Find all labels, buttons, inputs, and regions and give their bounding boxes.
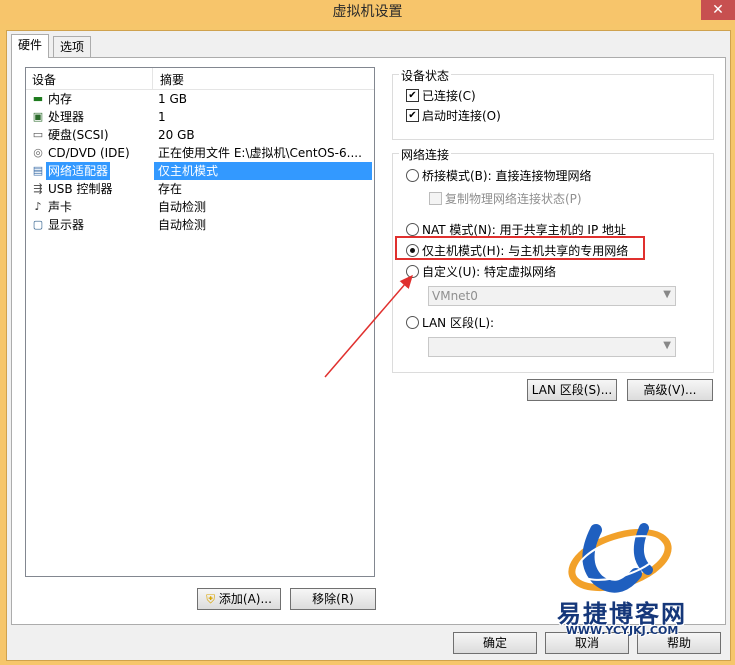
device-name: 处理器: [48, 110, 85, 124]
watermark-emblem-icon: [568, 523, 672, 593]
device-summary: 存在: [158, 182, 183, 196]
device-summary: 仅主机模式: [154, 162, 372, 180]
custom-network-select[interactable]: VMnet0 ▼: [428, 286, 676, 306]
custom-label[interactable]: 自定义(U): 特定虚拟网络: [422, 263, 556, 280]
device-name: CD/DVD (IDE): [48, 146, 130, 160]
title-bar[interactable]: 虚拟机设置 ✕: [0, 0, 735, 24]
chevron-down-icon: ▼: [663, 340, 671, 351]
column-device[interactable]: 设备: [32, 71, 56, 88]
device-name: 网络适配器: [46, 162, 111, 180]
bridged-label[interactable]: 桥接模式(B): 直接连接物理网络: [422, 167, 591, 184]
vm-settings-window: 虚拟机设置 ✕ 硬件 选项 设备 摘要 ▬ 内存 1 GB ▣ 处理器 1 ▭ …: [0, 0, 735, 665]
connect-at-power-on-label[interactable]: 启动时连接(O): [422, 107, 501, 124]
device-row-cddvd[interactable]: ◎ CD/DVD (IDE) 正在使用文件 E:\虚拟机\CentOS-6...…: [26, 144, 374, 162]
device-list[interactable]: 设备 摘要 ▬ 内存 1 GB ▣ 处理器 1 ▭ 硬盘(SCSI) 20 GB…: [25, 67, 375, 577]
device-summary: 20 GB: [158, 128, 195, 142]
lan-segment-radio[interactable]: [406, 316, 419, 329]
cpu-icon: ▣: [32, 110, 44, 123]
lan-segment-label[interactable]: LAN 区段(L):: [422, 314, 494, 331]
device-row-processor[interactable]: ▣ 处理器 1: [26, 108, 374, 126]
advanced-button[interactable]: 高级(V)...: [627, 379, 713, 401]
network-connection-title: 网络连接: [399, 146, 452, 163]
device-row-harddisk[interactable]: ▭ 硬盘(SCSI) 20 GB: [26, 126, 374, 144]
tab-hardware[interactable]: 硬件: [11, 34, 50, 58]
device-list-header: 设备 摘要: [26, 68, 374, 90]
remove-hardware-button[interactable]: 移除(R): [290, 588, 376, 610]
replicate-state-checkbox[interactable]: [429, 192, 442, 205]
device-name: 内存: [48, 92, 73, 106]
ok-button[interactable]: 确定: [453, 632, 537, 654]
lan-segment-select[interactable]: ▼: [428, 337, 676, 357]
cd-icon: ◎: [33, 146, 43, 159]
device-summary: 1: [158, 110, 166, 124]
device-row-display[interactable]: ▢ 显示器 自动检测: [26, 216, 374, 234]
tab-options[interactable]: 选项: [53, 36, 92, 57]
chevron-down-icon: ▼: [663, 289, 671, 300]
connected-checkbox[interactable]: ✔: [406, 89, 419, 102]
device-summary: 1 GB: [158, 92, 187, 106]
device-row-sound[interactable]: ♪ 声卡 自动检测: [26, 198, 374, 216]
device-summary: 自动检测: [158, 200, 207, 214]
watermark-logo: 易捷博客网 WWW.YCYJKJ.COM: [536, 510, 702, 640]
host-only-highlight-box: [395, 236, 645, 260]
device-row-memory[interactable]: ▬ 内存 1 GB: [26, 90, 374, 108]
watermark-url: WWW.YCYJKJ.COM: [565, 624, 679, 637]
nat-radio[interactable]: [406, 223, 419, 236]
network-connection-group: 网络连接 桥接模式(B): 直接连接物理网络 复制物理网络连接状态(P) NAT…: [392, 146, 714, 373]
device-name: USB 控制器: [48, 182, 113, 196]
memory-icon: ▬: [32, 92, 44, 105]
device-row-usb[interactable]: ⇶ USB 控制器 存在: [26, 180, 374, 198]
disk-icon: ▭: [32, 128, 44, 141]
device-row-network-adapter[interactable]: ▤ 网络适配器 仅主机模式: [26, 162, 374, 180]
close-button[interactable]: ✕: [701, 0, 735, 20]
shield-icon: ⛨: [206, 592, 216, 606]
column-summary[interactable]: 摘要: [160, 71, 184, 88]
device-summary: 自动检测: [158, 218, 207, 232]
network-icon: ▤: [32, 164, 44, 177]
add-button-label: 添加(A)...: [218, 592, 272, 606]
replicate-state-label[interactable]: 复制物理网络连接状态(P): [445, 190, 582, 207]
column-separator[interactable]: [152, 68, 153, 89]
display-icon: ▢: [32, 218, 44, 231]
connected-label[interactable]: 已连接(C): [422, 87, 476, 104]
custom-network-value: VMnet0: [432, 289, 478, 303]
device-name: 声卡: [48, 200, 73, 214]
sound-icon: ♪: [34, 200, 42, 213]
lan-segments-button[interactable]: LAN 区段(S)...: [527, 379, 617, 401]
usb-icon: ⇶: [33, 182, 43, 195]
device-status-title: 设备状态: [399, 67, 452, 84]
add-hardware-button[interactable]: ⛨ 添加(A)...: [197, 588, 281, 610]
device-name: 显示器: [48, 218, 85, 232]
window-title: 虚拟机设置: [332, 4, 403, 20]
device-status-group: 设备状态 ✔ 已连接(C) ✔ 启动时连接(O): [392, 67, 714, 140]
device-name: 硬盘(SCSI): [48, 128, 109, 142]
connect-at-power-on-checkbox[interactable]: ✔: [406, 109, 419, 122]
custom-radio[interactable]: [406, 265, 419, 278]
device-summary: 正在使用文件 E:\虚拟机\CentOS-6....: [158, 146, 362, 160]
bridged-radio[interactable]: [406, 169, 419, 182]
